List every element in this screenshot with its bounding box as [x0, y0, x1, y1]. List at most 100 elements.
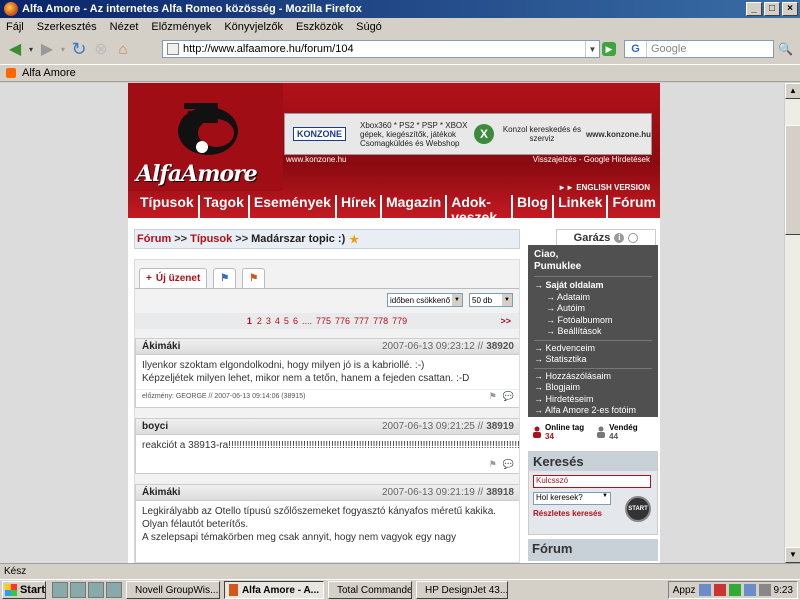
quick-launch-icon[interactable] [88, 582, 104, 598]
info-icon[interactable]: i [614, 232, 625, 243]
page-link[interactable]: 4 [275, 316, 280, 326]
garage-link[interactable]: → Alfa Amore 2-es fotóim [534, 405, 652, 417]
page-link[interactable]: 6 [293, 316, 298, 326]
maximize-button[interactable]: □ [764, 2, 780, 16]
tray-icon[interactable] [728, 584, 741, 596]
garage-sub-link[interactable]: → Fotóalbumom [534, 315, 652, 327]
english-version-link[interactable]: ►► ENGLISH VERSION [558, 183, 650, 192]
garage-link[interactable]: → Hirdetéseim [534, 394, 652, 406]
clock[interactable]: 9:23 [774, 585, 793, 596]
bookmark-alfa-amore[interactable]: Alfa Amore [22, 67, 76, 79]
stop-icon[interactable]: ⊗ [90, 38, 112, 60]
reply-bubble-icon[interactable]: 💬 [503, 391, 514, 402]
favorite-star-icon[interactable]: ★ [349, 233, 359, 246]
nav-tagok[interactable]: Tagok [200, 195, 250, 218]
tray-icon[interactable] [758, 584, 771, 596]
flag-tab[interactable]: ⚑ [213, 268, 237, 288]
tray-icon[interactable] [698, 584, 711, 596]
task-total-commander[interactable]: Total Commande... [328, 581, 412, 599]
search-go-icon[interactable]: 🔍 [778, 42, 794, 56]
quick-launch-icon[interactable] [106, 582, 122, 598]
report-flag-icon[interactable]: ⚑ [489, 391, 497, 402]
scroll-thumb[interactable] [785, 125, 800, 235]
reload-icon[interactable]: ↻ [68, 38, 90, 60]
garage-sub-link[interactable]: → Autóim [534, 303, 652, 315]
search-bar[interactable]: G Google [624, 40, 774, 58]
tray-icon[interactable] [713, 584, 726, 596]
reply-bubble-icon[interactable]: 💬 [503, 459, 514, 470]
garage-link[interactable]: → Blogjaim [534, 382, 652, 394]
menu-help[interactable]: Súgó [356, 21, 382, 33]
sort-select[interactable]: időben csökkenő ▼ [387, 293, 463, 307]
report-flag-icon[interactable]: ⚑ [489, 459, 497, 470]
menu-tools[interactable]: Eszközök [296, 21, 343, 33]
ad-feedback-link[interactable]: Visszajelzés - Google Hirdetések [533, 155, 650, 165]
ad-url-link[interactable]: www.konzone.hu [286, 155, 346, 165]
new-post-tab[interactable]: + Új üzenet [139, 268, 208, 288]
task-hp-designjet[interactable]: HP DesignJet 43... [416, 581, 508, 599]
garage-tab[interactable]: Garázs i [556, 229, 656, 245]
breadcrumb-tipusok[interactable]: Típusok [190, 233, 232, 245]
nav-hirek[interactable]: Hírek [337, 195, 382, 218]
post-author[interactable]: Ákimáki [142, 341, 180, 352]
nav-forum[interactable]: Fórum [608, 195, 660, 218]
page-link[interactable]: 5 [284, 316, 289, 326]
page-link[interactable]: 779 [392, 316, 407, 326]
garage-link[interactable]: → Hozzászólásaim [534, 371, 652, 383]
post-number[interactable]: 38918 [486, 487, 514, 498]
page-link[interactable]: 3 [266, 316, 271, 326]
menu-bookmarks[interactable]: Könyvjelzők [224, 21, 283, 33]
post-reply-ref[interactable]: előzmény: GEORGE // 2007-06-13 09:14:06 … [142, 393, 305, 400]
back-icon[interactable]: ◀ [4, 38, 26, 60]
minimize-button[interactable]: _ [746, 2, 762, 16]
page-next[interactable]: >> [500, 316, 511, 326]
page-link[interactable]: 775 [316, 316, 331, 326]
scroll-down-icon[interactable]: ▼ [785, 547, 800, 563]
bookmark-tab[interactable]: ⚑ [242, 268, 266, 288]
page-link[interactable]: 778 [373, 316, 388, 326]
own-page-link[interactable]: → Saját oldalam [534, 280, 652, 292]
nav-esemenyek[interactable]: Események [250, 195, 337, 218]
go-icon[interactable]: ▶ [602, 42, 616, 56]
konzone-ad-banner[interactable]: KONZONE Xbox360 * PS2 * PSP * XBOX gépek… [284, 113, 652, 155]
search-scope-select[interactable]: Hol keresek? ▼ [533, 492, 611, 505]
post-author[interactable]: boyci [142, 421, 168, 432]
vertical-scrollbar[interactable]: ▲ ▼ [784, 83, 800, 563]
task-firefox[interactable]: Alfa Amore - A... [224, 581, 324, 599]
quick-launch-icon[interactable] [52, 582, 68, 598]
google-icon[interactable]: G [625, 41, 647, 57]
nav-adok-veszek[interactable]: Adok-veszek [447, 195, 513, 218]
garage-link[interactable]: → Statisztika [534, 354, 652, 366]
tray-icon[interactable] [743, 584, 756, 596]
menu-view[interactable]: Nézet [110, 21, 139, 33]
post-number[interactable]: 38920 [486, 341, 514, 352]
menu-file[interactable]: Fájl [6, 21, 24, 33]
home-icon[interactable]: ⌂ [112, 38, 134, 60]
forward-icon[interactable]: ▶ [36, 38, 58, 60]
url-dropdown-icon[interactable]: ▼ [585, 41, 599, 57]
online-members[interactable]: Online tag 34 [532, 423, 584, 441]
site-logo[interactable]: AlfaAmore [128, 83, 283, 191]
garage-sub-link[interactable]: → Beállítások [534, 326, 652, 338]
page-link[interactable]: 2 [257, 316, 262, 326]
keyword-input[interactable]: Kulcsszó [533, 475, 651, 488]
start-button[interactable]: START [625, 496, 651, 522]
nav-magazin[interactable]: Magazin [382, 195, 448, 218]
menu-history[interactable]: Előzmények [151, 21, 211, 33]
post-author[interactable]: Ákimáki [142, 487, 180, 498]
nav-blog[interactable]: Blog [513, 195, 555, 218]
task-groupwise[interactable]: Novell GroupWis... [126, 581, 220, 599]
appz-label[interactable]: Appz [673, 585, 696, 596]
nav-linkek[interactable]: Linkek [554, 195, 609, 218]
settings-ring-icon[interactable] [628, 232, 639, 243]
garage-sub-link[interactable]: → Adataim [534, 292, 652, 304]
start-button-taskbar[interactable]: Start [2, 581, 46, 599]
post-number[interactable]: 38919 [486, 421, 514, 432]
url-bar[interactable]: http://www.alfaamore.hu/forum/104 ▼ [162, 40, 600, 58]
menu-edit[interactable]: Szerkesztés [37, 21, 97, 33]
scroll-up-icon[interactable]: ▲ [785, 83, 800, 99]
nav-tipusok[interactable]: Típusok [136, 195, 200, 218]
back-history-icon[interactable]: ▾ [26, 38, 36, 60]
page-link[interactable]: 777 [354, 316, 369, 326]
forward-history-icon[interactable]: ▾ [58, 38, 68, 60]
